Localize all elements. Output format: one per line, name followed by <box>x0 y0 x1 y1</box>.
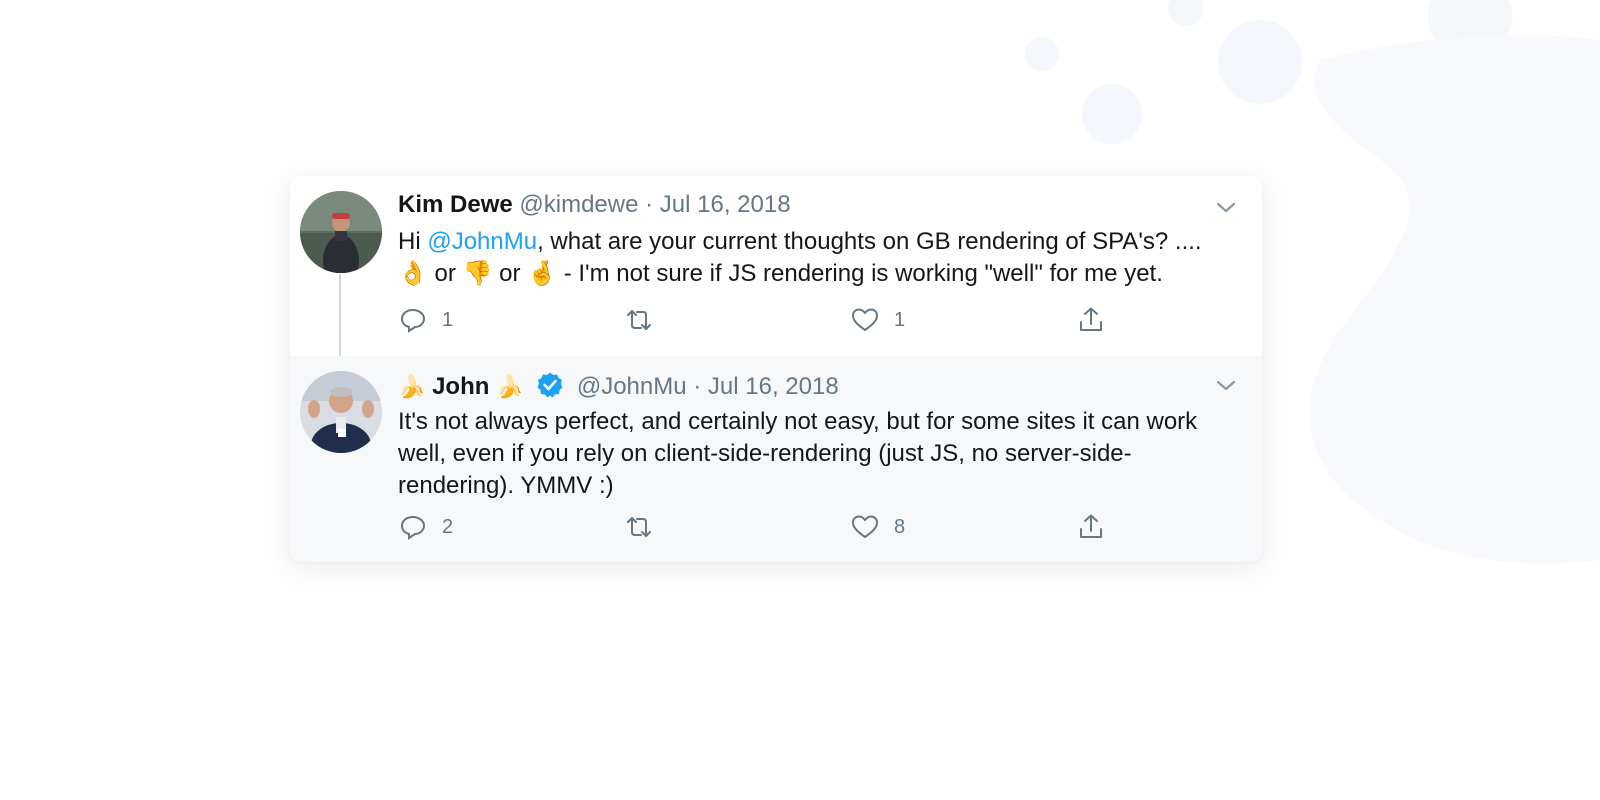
reply-icon <box>400 308 426 333</box>
tweet-date[interactable]: · Jul 16, 2018 <box>645 191 790 218</box>
like-button[interactable]: 8 <box>850 509 905 545</box>
tweet-thread-card: Kim Dewe @kimdewe · Jul 16, 2018 Hi @Joh… <box>290 176 1262 562</box>
share-icon <box>1080 514 1102 538</box>
banana-emoji: 🍌 <box>496 374 524 399</box>
tweet-header: Kim Dewe @kimdewe · Jul 16, 2018 <box>398 190 791 220</box>
reply-count: 2 <box>442 515 454 538</box>
avatar[interactable] <box>300 371 382 453</box>
banana-emoji: 🍌 <box>398 374 426 399</box>
reply-icon <box>400 515 426 540</box>
avatar[interactable] <box>300 191 382 273</box>
heart-icon <box>852 308 878 331</box>
display-name[interactable]: John <box>432 373 489 400</box>
user-handle[interactable]: @JohnMu <box>577 373 687 400</box>
thumbs-down-emoji: 👎 <box>462 260 493 287</box>
share-icon <box>1080 307 1102 331</box>
reply-button[interactable]: 2 <box>398 509 453 545</box>
share-button[interactable] <box>1076 302 1106 338</box>
tweet-text: Hi @JohnMu, what are your current though… <box>398 226 1238 290</box>
retweet-button[interactable] <box>624 302 668 338</box>
like-count: 8 <box>894 515 906 538</box>
retweet-button[interactable] <box>624 509 668 545</box>
tweet-john-mueller[interactable]: 🍌 John 🍌 @JohnMu · Jul 16, 2018 It's not… <box>290 356 1262 562</box>
tweet-date[interactable]: · Jul 16, 2018 <box>693 373 838 400</box>
chevron-down-icon[interactable] <box>1214 196 1238 220</box>
display-name[interactable]: Kim Dewe <box>398 191 513 218</box>
heart-icon <box>852 515 878 538</box>
tweet-actions: 1 1 <box>398 302 1118 338</box>
reply-button[interactable]: 1 <box>398 302 453 338</box>
like-button[interactable]: 1 <box>850 302 905 338</box>
tweet-header: 🍌 John 🍌 @JohnMu · Jul 16, 2018 <box>398 371 839 402</box>
crossed-fingers-emoji: 🤞 <box>527 260 558 287</box>
mention-link[interactable]: @JohnMu <box>427 228 537 255</box>
like-count: 1 <box>894 308 906 331</box>
chevron-down-icon[interactable] <box>1214 374 1238 398</box>
tweet-text: It's not always perfect, and certainly n… <box>398 408 1198 499</box>
ok-hand-emoji: 👌 <box>398 260 428 287</box>
tweet-actions: 2 8 <box>398 509 1118 545</box>
retweet-icon <box>627 517 651 537</box>
thread-connector <box>339 274 341 364</box>
share-button[interactable] <box>1076 509 1106 545</box>
user-handle[interactable]: @kimdewe <box>519 191 638 218</box>
retweet-icon <box>627 310 651 330</box>
verified-icon <box>537 372 563 398</box>
tweet-kim-dewe[interactable]: Kim Dewe @kimdewe · Jul 16, 2018 Hi @Joh… <box>290 176 1262 364</box>
reply-count: 1 <box>442 308 454 331</box>
